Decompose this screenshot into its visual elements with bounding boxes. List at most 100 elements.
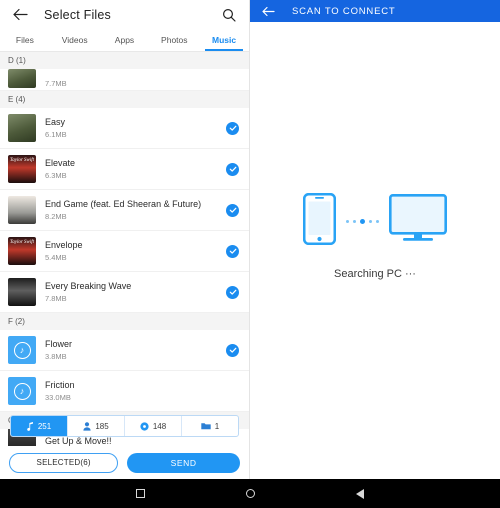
category-counts-bar: 251 185 148 1 — [10, 415, 239, 437]
file-size: 7.7MB — [45, 79, 67, 88]
album-art — [8, 278, 36, 306]
tab-label: Photos — [161, 35, 188, 45]
album-art: Taylor Swift — [8, 155, 36, 183]
list-item-info: Elevate 6.3MB — [45, 158, 226, 180]
contact-person-icon — [83, 421, 91, 431]
list-item-info: Every Breaking Wave 7.8MB — [45, 281, 226, 303]
category-tabs: Files Videos Apps Photos Music — [0, 29, 249, 51]
checkmark-icon[interactable] — [226, 285, 239, 299]
list-item-info: Get Up & Move!! — [45, 436, 239, 446]
count-value: 1 — [214, 421, 220, 431]
list-item[interactable]: 7.7MB — [0, 69, 249, 91]
list-item[interactable]: Easy 6.1MB — [0, 108, 249, 149]
file-size: 3.8MB — [45, 352, 67, 361]
count-chip-records[interactable]: 148 — [125, 416, 182, 436]
checkmark-icon[interactable] — [226, 244, 239, 258]
count-chip-music[interactable]: 251 — [11, 416, 68, 436]
file-size: 5.4MB — [45, 253, 67, 262]
select-files-panel: Select Files Files Videos Apps Photos Mu… — [0, 0, 250, 508]
connection-dots — [346, 219, 379, 224]
action-bar: SELECTED(6) SEND — [0, 446, 249, 479]
section-header: D (1) — [0, 52, 249, 69]
home-circle-icon[interactable] — [220, 489, 280, 498]
record-disc-icon — [140, 421, 149, 431]
send-button[interactable]: SEND — [127, 452, 240, 473]
search-icon[interactable] — [219, 5, 239, 25]
music-note-icon: ♪ — [13, 382, 31, 400]
music-file-list[interactable]: D (1) 7.7MB E (4) Easy 6.1MB Taylor Swif… — [0, 52, 249, 508]
right-header: SCAN TO CONNECT — [250, 0, 500, 22]
track-title: Friction — [45, 380, 75, 390]
album-art: ♪ — [8, 377, 36, 405]
checkmark-icon[interactable] — [226, 343, 239, 357]
album-art — [8, 114, 36, 142]
dot — [376, 220, 379, 223]
tab-photos[interactable]: Photos — [149, 29, 199, 51]
page-title: Select Files — [44, 7, 112, 22]
section-header: F (2) — [0, 313, 249, 330]
android-navigation-bar — [0, 479, 500, 508]
checkmark-icon[interactable] — [226, 121, 239, 135]
tab-apps[interactable]: Apps — [100, 29, 150, 51]
list-item-info: Envelope 5.4MB — [45, 240, 226, 262]
track-title: Get Up & Move!! — [45, 435, 112, 446]
album-art: Taylor Swift — [8, 237, 36, 265]
track-title: End Game (feat. Ed Sheeran & Future) — [45, 199, 202, 209]
recent-apps-icon[interactable] — [110, 489, 170, 498]
count-value: 185 — [95, 421, 109, 431]
searching-area: Searching PC ··· — [250, 22, 500, 479]
checkmark-icon[interactable] — [226, 162, 239, 176]
album-art-label: Taylor Swift — [9, 240, 35, 245]
list-item[interactable]: ♪ Flower 3.8MB — [0, 330, 249, 371]
list-item[interactable]: Taylor Swift Elevate 6.3MB — [0, 149, 249, 190]
dot — [369, 220, 372, 223]
list-item-info: 7.7MB — [45, 76, 226, 88]
music-note-icon: ♪ — [13, 341, 31, 359]
left-header: Select Files — [0, 0, 249, 29]
count-value: 251 — [37, 421, 52, 431]
folder-icon — [201, 422, 211, 430]
album-art — [8, 196, 36, 224]
list-item[interactable]: Taylor Swift Envelope 5.4MB — [0, 231, 249, 272]
selected-button[interactable]: SELECTED(6) — [9, 452, 119, 473]
count-chip-folders[interactable]: 1 — [182, 416, 238, 436]
back-arrow-icon[interactable] — [10, 5, 30, 25]
section-header: E (4) — [0, 91, 249, 108]
checkmark-icon[interactable] — [226, 203, 239, 217]
tab-label: Music — [212, 35, 237, 45]
track-title: Elevate — [45, 158, 76, 168]
app-screen: Select Files Files Videos Apps Photos Mu… — [0, 0, 500, 508]
album-art — [8, 69, 36, 88]
album-art-label: Taylor Swift — [9, 158, 35, 163]
list-item-info: Flower 3.8MB — [45, 339, 226, 361]
back-arrow-icon[interactable] — [260, 3, 276, 19]
dot — [346, 220, 349, 223]
desktop-monitor-icon — [388, 193, 448, 249]
scan-to-connect-panel: SCAN TO CONNECT Searching PC ··· — [250, 0, 500, 508]
count-value: 148 — [152, 421, 167, 431]
dot — [353, 220, 356, 223]
file-size: 33.0MB — [45, 393, 71, 402]
list-item-info: End Game (feat. Ed Sheeran & Future) 8.2… — [45, 199, 226, 221]
nav-back-triangle-icon[interactable] — [330, 488, 390, 499]
searching-status-text: Searching PC ··· — [334, 268, 416, 280]
tab-label: Files — [15, 35, 34, 45]
tab-music[interactable]: Music — [199, 29, 249, 51]
panel-title: SCAN TO CONNECT — [292, 5, 396, 17]
album-art: ♪ — [8, 336, 36, 364]
file-size: 6.3MB — [45, 171, 67, 180]
file-size: 6.1MB — [45, 130, 67, 139]
track-title: Every Breaking Wave — [45, 281, 132, 291]
count-chip-contacts[interactable]: 185 — [68, 416, 125, 436]
tab-videos[interactable]: Videos — [50, 29, 100, 51]
tab-files[interactable]: Files — [0, 29, 50, 51]
dot — [360, 219, 365, 224]
list-item[interactable]: Every Breaking Wave 7.8MB — [0, 272, 249, 313]
track-title: Envelope — [45, 240, 83, 250]
list-item[interactable]: ♪ Friction 33.0MB — [0, 371, 249, 412]
tab-label: Videos — [61, 35, 88, 45]
file-size: 8.2MB — [45, 212, 67, 221]
list-item[interactable]: End Game (feat. Ed Sheeran & Future) 8.2… — [0, 190, 249, 231]
tab-label: Apps — [114, 35, 135, 45]
track-title: Flower — [45, 339, 73, 349]
